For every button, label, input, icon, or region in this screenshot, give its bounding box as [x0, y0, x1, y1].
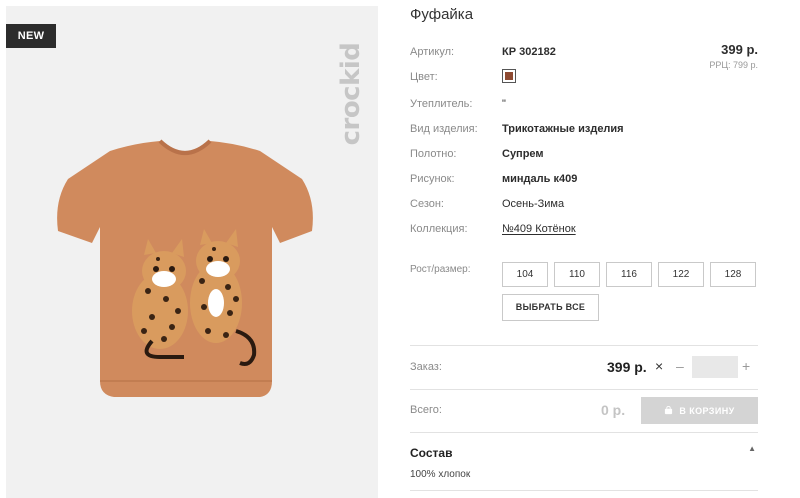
composition-title[interactable]: Состав [410, 446, 452, 460]
add-to-cart-label: В КОРЗИНУ [679, 405, 735, 416]
new-badge: NEW [6, 24, 56, 48]
divider [410, 490, 758, 491]
attr-label: Утеплитель: [410, 98, 473, 110]
attr-label: Рисунок: [410, 173, 455, 185]
order-price: 399 р. [607, 359, 647, 375]
color-swatch-fill [505, 72, 513, 80]
total-label: Всего: [410, 404, 442, 416]
tshirt-image [57, 139, 313, 397]
chevron-up-icon[interactable]: ▲ [748, 444, 756, 453]
attr-label: Вид изделия: [410, 123, 478, 135]
divider [410, 345, 758, 346]
attr-label: Полотно: [410, 148, 457, 160]
product-image-panel[interactable]: NEW crockid [6, 6, 378, 498]
divider [410, 389, 758, 390]
collection-link[interactable]: №409 Котёнок [502, 223, 576, 235]
attr-label: Сезон: [410, 198, 444, 210]
attr-label: Цвет: [410, 71, 438, 83]
attr-value: " [502, 98, 506, 110]
sizes-label: Рост/размер: [410, 264, 471, 275]
product-rrp: РРЦ: 799 р. [709, 60, 758, 70]
attr-label: Артикул: [410, 46, 455, 58]
quantity-plus-button[interactable]: + [742, 358, 750, 374]
select-all-button[interactable]: ВЫБРАТЬ ВСЕ [502, 294, 599, 321]
size-option-116[interactable]: 116 [606, 262, 652, 287]
quantity-input[interactable] [692, 356, 738, 378]
attr-value: Супрем [502, 148, 544, 160]
composition-text: 100% хлопок [410, 469, 471, 480]
size-option-122[interactable]: 122 [658, 262, 704, 287]
attr-value: КР 302182 [502, 46, 556, 58]
attr-value: Осень-Зима [502, 198, 565, 210]
size-option-128[interactable]: 128 [710, 262, 756, 287]
brand-logo-text: crockid [336, 42, 366, 146]
cart-icon [665, 406, 673, 415]
times-icon: × [655, 358, 664, 374]
product-price: 399 р. [721, 42, 758, 57]
attr-label: Коллекция: [410, 223, 468, 235]
brand-logo: crockid [336, 24, 366, 164]
size-option-104[interactable]: 104 [502, 262, 548, 287]
size-option-110[interactable]: 110 [554, 262, 600, 287]
color-swatch[interactable] [502, 69, 516, 83]
attr-value: миндаль к409 [502, 173, 578, 185]
divider [410, 432, 758, 433]
order-label: Заказ: [410, 361, 442, 373]
add-to-cart-button[interactable]: В КОРЗИНУ [641, 397, 758, 424]
quantity-minus-button[interactable]: – [676, 358, 684, 374]
attr-value: Трикотажные изделия [502, 123, 624, 135]
product-title: Фуфайка [410, 6, 474, 23]
total-value: 0 р. [601, 402, 626, 418]
